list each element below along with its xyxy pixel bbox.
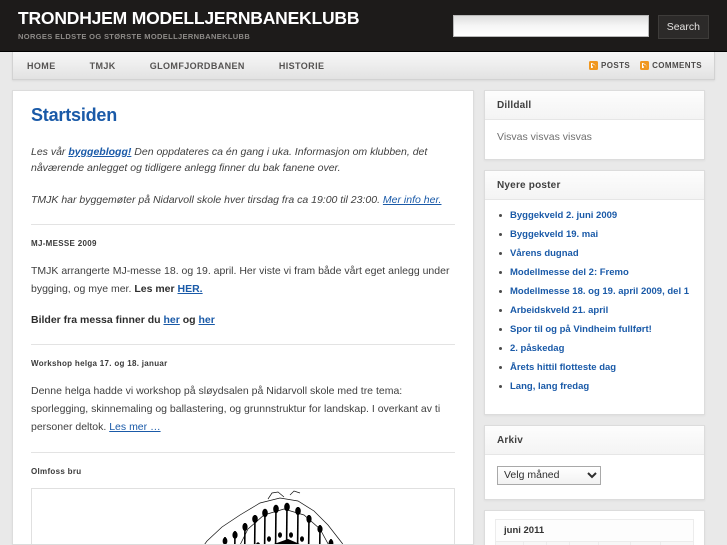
nav-item-glomfjordbanen[interactable]: GLOMFJORDBANEN — [150, 61, 265, 71]
sidebar: Dilldall Visvas visvas visvas Nyere post… — [484, 90, 705, 545]
feed-link-posts[interactable]: POSTS — [589, 61, 630, 70]
calendar-weekday: m — [495, 540, 524, 545]
feed-link-comments[interactable]: COMMENTS — [640, 61, 702, 70]
list-item[interactable]: Modellmesse del 2: Fremo — [497, 267, 692, 279]
widget-dilldall-title: Dilldall — [485, 91, 704, 120]
list-item[interactable]: Byggekveld 19. mai — [497, 229, 692, 241]
site-title: TRONDHJEM MODELLJERNBANEKLUBB — [18, 8, 360, 28]
main-content: Startsiden Les vår byggeblogg! Den oppda… — [12, 90, 474, 545]
widget-arkiv: Arkiv Velg måned — [484, 425, 705, 500]
post-title-mj-messe[interactable]: MJ-MESSE 2009 — [31, 239, 455, 248]
widget-nyere-poster: Nyere poster Byggekveld 2. juni 2009 Byg… — [484, 170, 705, 415]
bilder-lead: Bilder fra messa finner du — [31, 314, 164, 326]
page-title: Startsiden — [31, 105, 118, 125]
list-item[interactable]: Arbeidskveld 21. april — [497, 305, 692, 317]
list-item[interactable]: Modellmesse 18. og 19. april 2009, del 1 — [497, 286, 692, 298]
widget-dilldall-body: Visvas visvas visvas — [485, 120, 704, 159]
site-header: TRONDHJEM MODELLJERNBANEKLUBB NORGES ELD… — [0, 0, 727, 52]
les-mer-label: Les mer — [134, 283, 178, 295]
calendar-weekday: f — [598, 540, 631, 545]
widget-calendar: juni 2011 m ti o to f l sø — [484, 509, 705, 545]
bilder-mid: og — [179, 314, 199, 326]
bilder-link-2[interactable]: her — [198, 314, 214, 326]
nav-item-historie[interactable]: HISTORIE — [279, 61, 345, 71]
main-navigation: HOME TMJK GLOMFJORDBANEN HISTORIE POSTS … — [12, 52, 715, 80]
calendar-weekday: l — [629, 540, 662, 545]
calendar-caption: juni 2011 — [495, 518, 694, 541]
recent-posts-list: Byggekveld 2. juni 2009 Byggekveld 19. m… — [497, 210, 692, 393]
calendar-weekday: sø — [660, 540, 694, 545]
calendar-weekday: ti — [522, 540, 548, 545]
feed-link-comments-label: COMMENTS — [652, 61, 702, 70]
post-body-mj-messe: TMJK arrangerte MJ-messe 18. og 19. apri… — [31, 262, 455, 298]
widget-arkiv-title: Arkiv — [485, 426, 704, 455]
calendar-weekday: o — [546, 540, 571, 545]
intro2-text: TMJK har byggemøter på Nidarvoll skole h… — [31, 194, 383, 206]
search-input[interactable] — [452, 15, 649, 37]
post-body-workshop: Denne helga hadde vi workshop på sløydsa… — [31, 382, 455, 436]
byggeblogg-link[interactable]: byggeblogg! — [68, 146, 131, 158]
widget-dilldall: Dilldall Visvas visvas visvas — [484, 90, 705, 160]
widget-dilldall-text: Visvas visvas visvas — [497, 131, 592, 143]
page-body: Startsiden Les vår byggeblogg! Den oppda… — [0, 80, 727, 545]
divider — [31, 452, 455, 453]
mer-info-her-link[interactable]: Mer info her. — [383, 194, 442, 206]
post-title-olmfoss-bru[interactable]: Olmfoss bru — [31, 467, 455, 476]
calendar-header-row: m ti o to f l sø — [495, 540, 694, 545]
list-item[interactable]: Vårens dugnad — [497, 248, 692, 260]
feed-link-posts-label: POSTS — [601, 61, 631, 70]
nav-item-list: HOME TMJK GLOMFJORDBANEN HISTORIE — [13, 61, 358, 71]
search-button[interactable]: Search — [657, 15, 709, 39]
les-mer-link[interactable]: Les mer … — [109, 421, 160, 433]
divider — [31, 344, 455, 345]
search-form: Search — [452, 15, 709, 39]
post-title-workshop[interactable]: Workshop helga 17. og 18. januar — [31, 359, 455, 368]
intro-paragraph-1: Les vår byggeblogg! Den oppdateres ca én… — [31, 144, 455, 176]
site-tagline: NORGES ELDSTE OG STØRSTE MODELLJERNBANEK… — [18, 32, 251, 41]
list-item[interactable]: 2. påskedag — [497, 343, 692, 355]
list-item[interactable]: Årets hittil flotteste dag — [497, 362, 692, 374]
post-image-olmfoss-bru — [31, 488, 455, 544]
rss-icon — [640, 61, 650, 70]
list-item[interactable]: Lang, lang fredag — [497, 381, 692, 393]
intro-lead: Les vår — [31, 146, 69, 158]
nav-item-home[interactable]: HOME — [27, 61, 76, 71]
bilder-link-1[interactable]: her — [163, 314, 179, 326]
intro-paragraph-2: TMJK har byggemøter på Nidarvoll skole h… — [31, 192, 455, 208]
widget-nyere-poster-body: Byggekveld 2. juni 2009 Byggekveld 19. m… — [485, 200, 704, 414]
divider — [31, 224, 455, 225]
widget-nyere-poster-title: Nyere poster — [485, 171, 704, 200]
calendar-table: m ti o to f l sø 1 2 3 — [495, 540, 694, 545]
post-body-text: TMJK arrangerte MJ-messe 18. og 19. apri… — [31, 265, 450, 295]
post-images-line: Bilder fra messa finner du her og her — [31, 312, 455, 328]
nav-item-tmjk[interactable]: TMJK — [90, 61, 136, 71]
list-item[interactable]: Byggekveld 2. juni 2009 — [497, 210, 692, 222]
brand[interactable]: TRONDHJEM MODELLJERNBANEKLUBB NORGES ELD… — [18, 9, 359, 42]
rss-icon — [589, 61, 598, 70]
bridge-sketch-illustration — [32, 489, 454, 544]
archive-month-select[interactable]: Velg måned — [497, 465, 601, 485]
widget-arkiv-body: Velg måned — [485, 455, 704, 499]
feed-links: POSTS COMMENTS — [583, 52, 702, 79]
list-item[interactable]: Spor til og på Vindheim fullført! — [497, 324, 692, 336]
post-body-text: Denne helga hadde vi workshop på sløydsa… — [31, 385, 441, 433]
calendar-weekday: to — [569, 540, 600, 545]
her-link[interactable]: HER. — [178, 283, 203, 295]
